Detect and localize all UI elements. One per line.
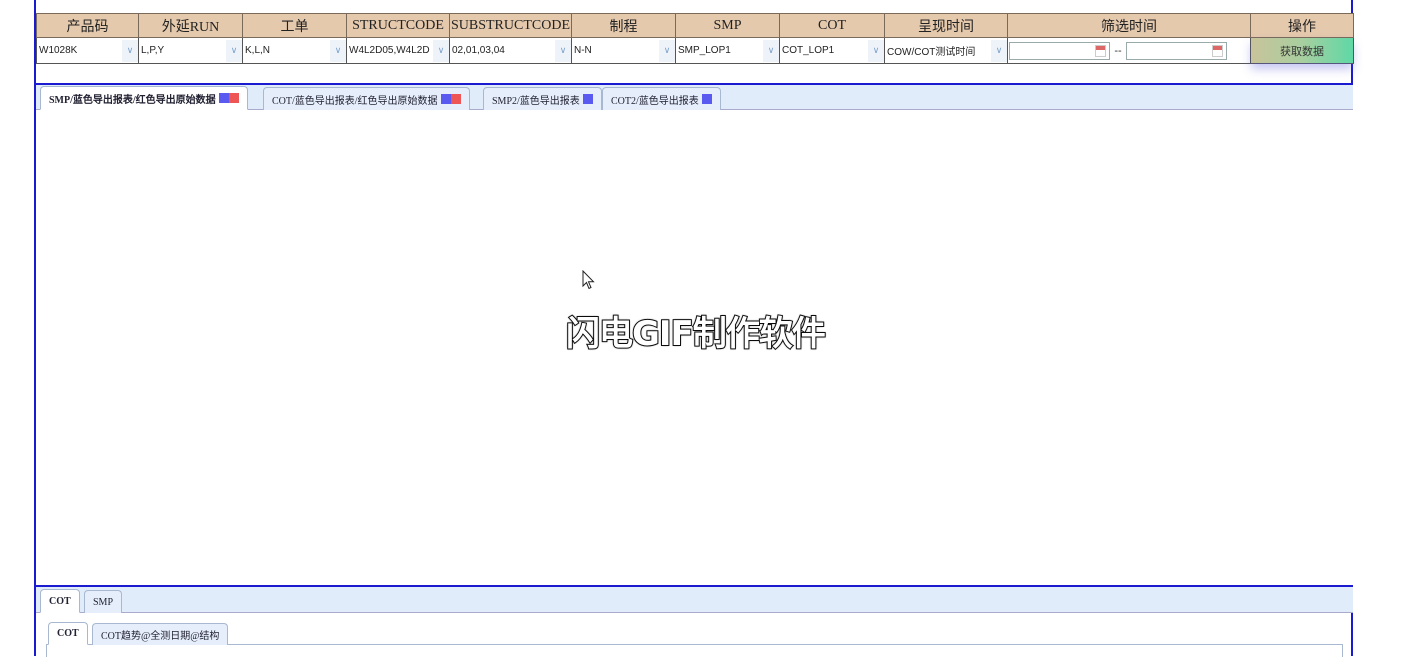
substructcode-select[interactable]: 02,01,03,04 ∨ [450,39,571,63]
calendar-icon[interactable] [1095,44,1106,57]
header-structcode: STRUCTCODE [346,13,450,38]
substructcode-value: 02,01,03,04 [452,45,505,56]
work-order-value: K,L,N [245,45,271,56]
cot-select[interactable]: COT_LOP1 ∨ [780,39,884,63]
product-code-value: W1028K [39,45,78,56]
blue-export-icon[interactable] [701,94,712,104]
header-substructcode: SUBSTRUCTCODE [449,13,572,38]
watermark-text: 闪电GIF制作软件 [565,313,827,355]
bottom-tabbar: COT SMP [36,587,1353,613]
header-product-code: 产品码 [36,13,139,38]
tab-smp-report[interactable]: SMP/蓝色导出报表/红色导出原始数据 [40,86,248,110]
tab-smp[interactable]: SMP [84,590,123,613]
header-filter-time: 筛选时间 [1007,13,1251,38]
smp-value: SMP_LOP1 [678,45,731,56]
fetch-data-button[interactable]: 获取数据 [1251,38,1353,63]
filter-header-row: 产品码 外延RUN 工单 STRUCTCODE SUBSTRUCTCODE 制程… [36,13,1354,38]
smp-select[interactable]: SMP_LOP1 ∨ [676,39,779,63]
tab-cot[interactable]: COT [40,589,80,613]
chevron-down-icon[interactable]: ∨ [122,39,138,62]
chevron-down-icon[interactable]: ∨ [433,39,449,62]
tab-label: COT趋势@全测日期@结构 [101,631,220,642]
display-time-value: COW/COT测试时间 [887,47,976,58]
page-container: 产品码 外延RUN 工单 STRUCTCODE SUBSTRUCTCODE 制程… [34,0,1354,657]
header-smp: SMP [675,13,780,38]
tab-label: COT/蓝色导出报表/红色导出原始数据 [272,95,438,107]
chevron-down-icon[interactable]: ∨ [763,39,779,62]
tab-label: SMP/蓝色导出报表/红色导出原始数据 [49,94,216,106]
bottom-subtabbar: COT COT趋势@全测日期@结构 [46,622,1343,645]
filter-input-row: W1028K ∨ L,P,Y ∨ K,L,N ∨ W4L2D05,W4L2D ∨ 02,… [36,37,1354,64]
header-action: 操作 [1250,13,1354,38]
tab-cot2-report[interactable]: COT2/蓝色导出报表 [602,87,721,110]
mouse-cursor-icon [582,270,595,290]
chevron-down-icon[interactable]: ∨ [226,39,242,62]
header-cot: COT [779,13,885,38]
main-tabbar: SMP/蓝色导出报表/红色导出原始数据 COT/蓝色导出报表/红色导出原始数据 … [36,85,1353,110]
chevron-down-icon[interactable]: ∨ [659,39,675,62]
epi-run-select[interactable]: L,P,Y ∨ [139,39,242,63]
epi-run-value: L,P,Y [141,45,165,56]
structcode-select[interactable]: W4L2D05,W4L2D ∨ [347,39,449,63]
date-separator: -- [1114,44,1122,57]
tab-label: COT [57,628,79,639]
subtab-cot[interactable]: COT [48,622,88,645]
tab-label: SMP [93,596,114,608]
header-display-time: 呈现时间 [884,13,1008,38]
blue-export-icon[interactable] [218,93,229,103]
process-select[interactable]: N-N ∨ [572,39,675,63]
tab-cot-report[interactable]: COT/蓝色导出报表/红色导出原始数据 [263,87,470,110]
structcode-value: W4L2D05,W4L2D [349,45,430,56]
subtab-content [46,645,1343,657]
subtab-cot-trend[interactable]: COT趋势@全测日期@结构 [92,623,229,645]
header-epi-run: 外延RUN [138,13,243,38]
chevron-down-icon[interactable]: ∨ [555,39,571,62]
blue-export-icon[interactable] [582,94,593,104]
header-process: 制程 [571,13,676,38]
chevron-down-icon[interactable]: ∨ [330,39,346,62]
product-code-select[interactable]: W1028K ∨ [37,39,138,63]
filter-table: 产品码 外延RUN 工单 STRUCTCODE SUBSTRUCTCODE 制程… [36,13,1354,64]
blue-export-icon[interactable] [440,94,451,104]
work-order-select[interactable]: K,L,N ∨ [243,39,346,63]
end-date-input[interactable] [1126,41,1227,60]
tab-label: SMP2/蓝色导出报表 [492,95,580,107]
chevron-down-icon[interactable]: ∨ [991,39,1007,62]
tab-label: COT2/蓝色导出报表 [611,95,699,107]
tab-label: COT [49,595,71,607]
start-date-input[interactable] [1009,41,1110,60]
date-range: -- [1008,39,1250,63]
display-time-select[interactable]: COW/COT测试时间 ∨ [885,39,1007,63]
red-export-icon[interactable] [228,93,239,103]
red-export-icon[interactable] [450,94,461,104]
header-work-order: 工单 [242,13,347,38]
main-tab-content: 闪电GIF制作软件 [36,110,1353,585]
chevron-down-icon[interactable]: ∨ [868,39,884,62]
calendar-icon[interactable] [1212,44,1223,57]
tab-smp2-report[interactable]: SMP2/蓝色导出报表 [483,87,602,110]
cot-value: COT_LOP1 [782,45,835,56]
process-value: N-N [574,45,592,56]
